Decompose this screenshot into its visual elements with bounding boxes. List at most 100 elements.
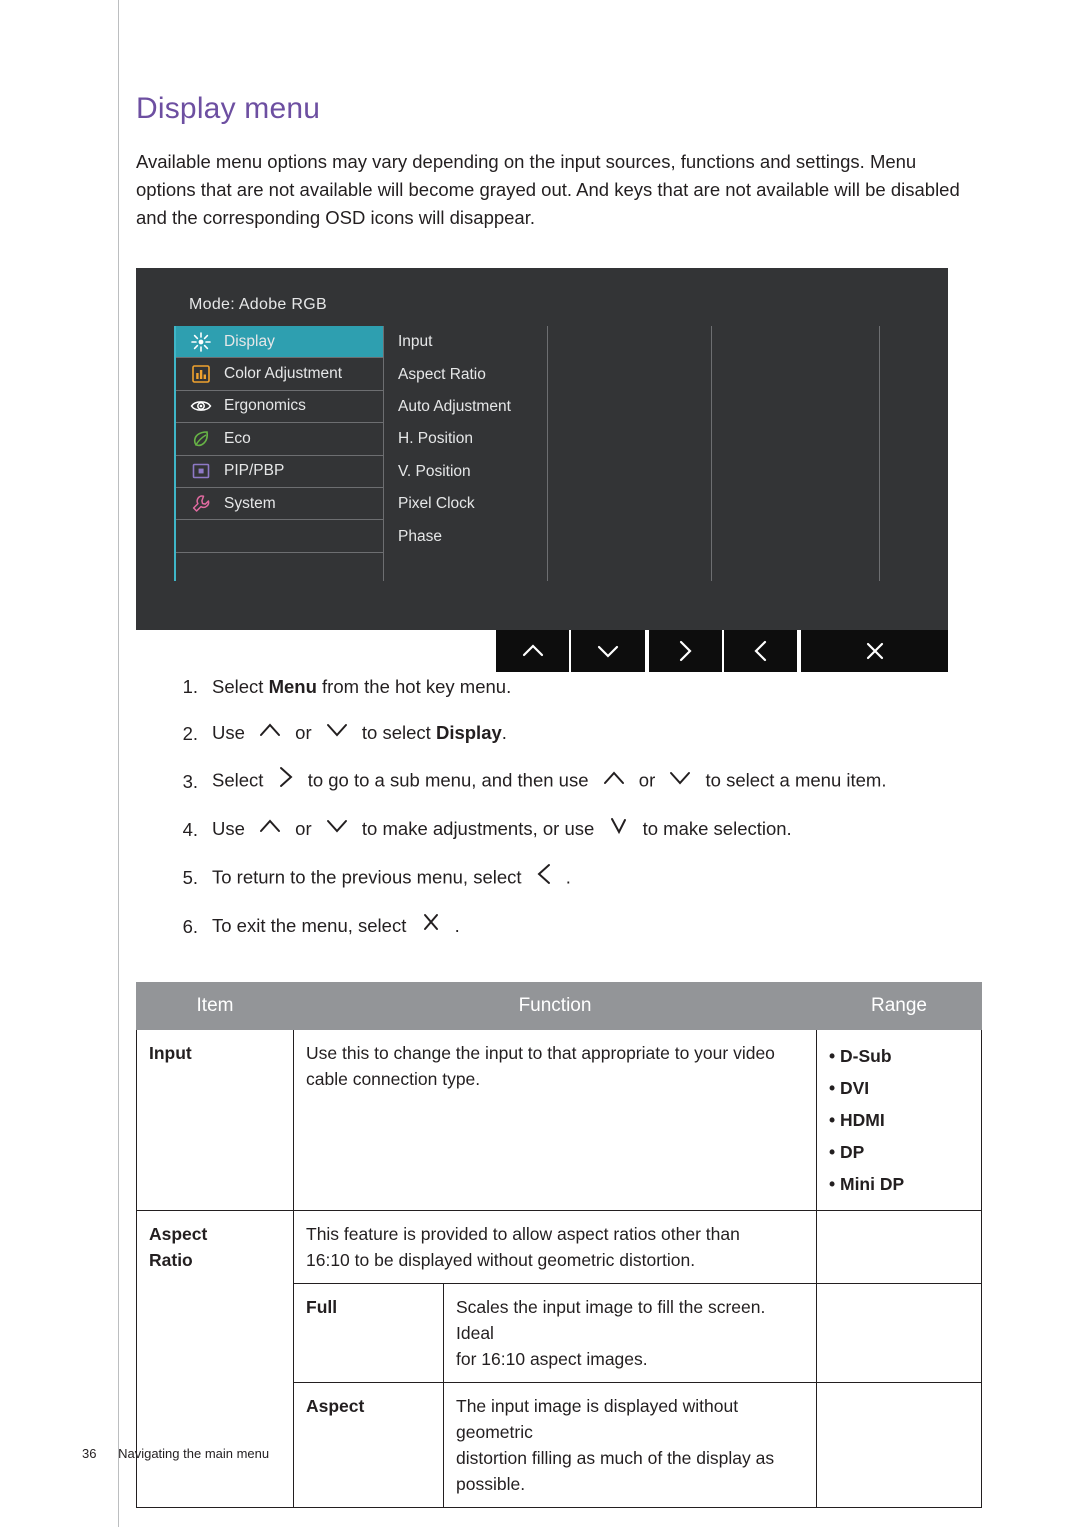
function-line: The input image is displayed without geo… [456,1396,739,1443]
step-text-part: to go to a sub menu, and then use [302,769,594,791]
table-row-aspect-ratio: Aspect Ratio This feature is provided to… [136,1210,982,1509]
osd-menu-item-color-adjustment[interactable]: Color Adjustment [176,358,383,391]
down-arrow-icon [324,719,350,749]
osd-menu-item-label: Ergonomics [224,397,306,415]
osd-menu-item-label: Color Adjustment [224,365,343,383]
down-arrow-icon [667,767,693,797]
osd-screen: Mode: Adobe RGB Display Color Adjustment… [136,268,948,630]
page-footer: 36 Navigating the main menu [82,1446,269,1461]
header-item: Item [136,982,294,1031]
osd-sub-menu-column: Input Aspect Ratio Auto Adjustment H. Po… [384,326,548,581]
osd-menu-item-eco[interactable]: Eco [176,423,383,456]
table-header-row: Item Function Range [136,982,982,1031]
item-line: Ratio [149,1250,193,1271]
eco-leaf-icon [184,426,218,452]
step-text-part: To exit the menu, select [212,914,412,936]
osd-right-key[interactable] [648,630,725,672]
step-text-part: to select a menu item. [700,769,887,791]
instruction-steps: 1. Select Menu from the hot key menu. 2.… [164,672,996,942]
header-range: Range [816,982,982,1031]
osd-sub-item-pixel-clock[interactable]: Pixel Clock [384,488,547,520]
step-number: 2. [182,722,198,744]
step-text-part: Select [212,769,269,791]
header-function: Function [293,982,817,1031]
osd-detail-column [712,326,880,581]
osd-main-menu-column: Display Color Adjustment Ergonomics Eco … [174,326,384,581]
step-text-part: or [290,722,317,743]
osd-menu-item-label: Eco [224,429,251,447]
cell-function-aspect-ratio: This feature is provided to allow aspect… [293,1210,817,1285]
function-line: distortion filling as much of the displa… [456,1448,775,1469]
color-adjustment-icon [184,361,218,387]
osd-menu-item-pip-pbp[interactable]: PIP/PBP [176,456,383,488]
display-icon [184,329,218,355]
osd-menu-item-ergonomics[interactable]: Ergonomics [176,391,383,424]
function-line: Scales the input image to fill the scree… [456,1297,766,1344]
footer-page-number: 36 [82,1446,97,1461]
osd-value-column [548,326,712,581]
osd-figure: Mode: Adobe RGB Display Color Adjustment… [136,268,949,672]
range-option: • Mini DP [829,1174,905,1195]
step-number: 6. [182,915,198,937]
osd-up-key[interactable] [496,630,572,672]
osd-sub-item-auto-adjustment[interactable]: Auto Adjustment [384,391,547,423]
step-text-part: Use [212,722,251,743]
function-line: Use this to change the input to that app… [306,1043,775,1064]
cell-subitem-full: Full [293,1283,444,1384]
step-text-part: . [449,914,460,936]
pip-pbp-icon [184,458,218,484]
step-text-part: from the hot key menu. [316,676,512,697]
ergonomics-eye-icon [184,393,218,419]
osd-sub-item-input[interactable]: Input [384,326,547,358]
cell-item-aspect-ratio: Aspect Ratio [136,1210,294,1509]
range-option: • DVI [829,1078,870,1099]
step-number: 1. [182,676,198,697]
up-arrow-icon [601,767,627,797]
osd-down-key[interactable] [571,630,647,672]
footer-section-title: Navigating the main menu [118,1446,270,1461]
osd-menu-item-label: System [224,494,276,512]
system-wrench-icon [184,491,218,517]
right-arrow-icon [276,765,296,798]
cross-icon [419,911,443,942]
step-text-part: . [560,866,571,888]
osd-menu-item-empty-1 [176,520,383,553]
step-text-part: to select [356,722,436,743]
step-text-part: To return to the previous menu, select [212,866,527,888]
step-text-part: Use [212,818,251,840]
step-6: 6. To exit the menu, select . [164,911,996,943]
item-line: Aspect [149,1224,208,1245]
osd-key-bar [496,630,949,672]
step-text-part: to make selection. [637,818,792,840]
step-text: To return to the previous menu, select . [212,862,571,895]
step-text-bold: Display [435,722,502,743]
osd-exit-key[interactable] [801,630,949,672]
osd-sub-item-phase[interactable]: Phase [384,520,547,552]
osd-left-key[interactable] [724,630,800,672]
osd-menu-item-display[interactable]: Display [176,326,383,359]
osd-menu-item-label: Display [224,332,275,350]
step-2: 2. Use or to select Display. [164,718,996,749]
osd-menu-item-system[interactable]: System [176,488,383,521]
osd-sub-item-v-position[interactable]: V. Position [384,456,547,488]
osd-menu-item-empty-2 [176,553,383,585]
step-text: To exit the menu, select . [212,911,460,943]
osd-sub-item-h-position[interactable]: H. Position [384,423,547,455]
step-text-part: . [501,722,507,743]
step-text-part: to make adjustments, or use [356,818,600,840]
step-text-part: or [290,818,317,840]
cell-range-aspect [816,1382,982,1509]
step-5: 5. To return to the previous menu, selec… [164,862,996,895]
step-text-bold: Menu [268,676,317,697]
step-text-part: or [633,769,661,791]
down-arrow-icon [324,815,350,845]
up-arrow-icon [257,815,283,845]
function-line: 16:10 to be displayed without geometric … [306,1250,696,1271]
document-page: Display menu Available menu options may … [0,0,1080,1527]
check-icon [606,815,630,846]
osd-sub-item-aspect-ratio[interactable]: Aspect Ratio [384,358,547,390]
page-title: Display menu [136,92,321,125]
step-number: 5. [182,867,198,889]
intro-paragraph: Available menu options may vary dependin… [136,151,960,228]
up-arrow-icon [257,719,283,749]
